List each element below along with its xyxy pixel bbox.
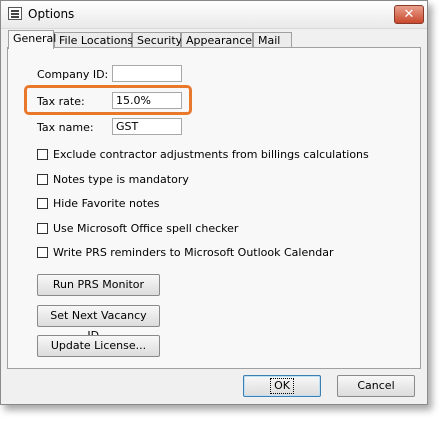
ok-button-label: OK xyxy=(270,378,294,394)
window-icon xyxy=(8,7,22,20)
title-bar[interactable]: Options ✕ xyxy=(1,1,427,29)
tax-name-label: Tax name: xyxy=(37,121,94,134)
checkbox-box[interactable] xyxy=(37,174,48,185)
tax-rate-highlight xyxy=(24,85,192,115)
company-id-label: Company ID: xyxy=(37,68,109,81)
ok-button[interactable]: OK xyxy=(243,375,321,397)
checkbox-box[interactable] xyxy=(37,149,48,160)
checkbox-label: Exclude contractor adjustments from bill… xyxy=(53,148,369,161)
cancel-button[interactable]: Cancel xyxy=(337,375,415,397)
set-next-vacancy-id-button[interactable]: Set Next Vacancy ID... xyxy=(37,305,160,342)
checkbox-label: Notes type is mandatory xyxy=(53,173,189,186)
options-dialog: Options ✕ General File Locations Securit… xyxy=(0,0,428,405)
checkbox-label: Write PRS reminders to Microsoft Outlook… xyxy=(53,246,334,259)
run-prs-monitor-button[interactable]: Run PRS Monitor xyxy=(37,274,160,296)
checkbox-label: Hide Favorite notes xyxy=(53,197,160,210)
tab-appearance[interactable]: Appearance xyxy=(181,32,253,48)
checkbox-label: Use Microsoft Office spell checker xyxy=(53,222,239,235)
tab-file-locations[interactable]: File Locations xyxy=(54,32,133,48)
window-title: Options xyxy=(28,7,75,21)
checkbox-box[interactable] xyxy=(37,223,48,234)
update-license-button[interactable]: Update License... xyxy=(37,335,160,357)
tab-security[interactable]: Security xyxy=(132,32,182,48)
tax-name-field[interactable]: GST xyxy=(112,118,182,135)
checkbox-box[interactable] xyxy=(37,198,48,209)
tab-mail[interactable]: Mail xyxy=(253,32,292,48)
company-id-field[interactable] xyxy=(112,65,182,82)
tab-general[interactable]: General xyxy=(8,30,56,49)
close-button[interactable]: ✕ xyxy=(394,5,424,24)
checkbox-box[interactable] xyxy=(37,247,48,258)
